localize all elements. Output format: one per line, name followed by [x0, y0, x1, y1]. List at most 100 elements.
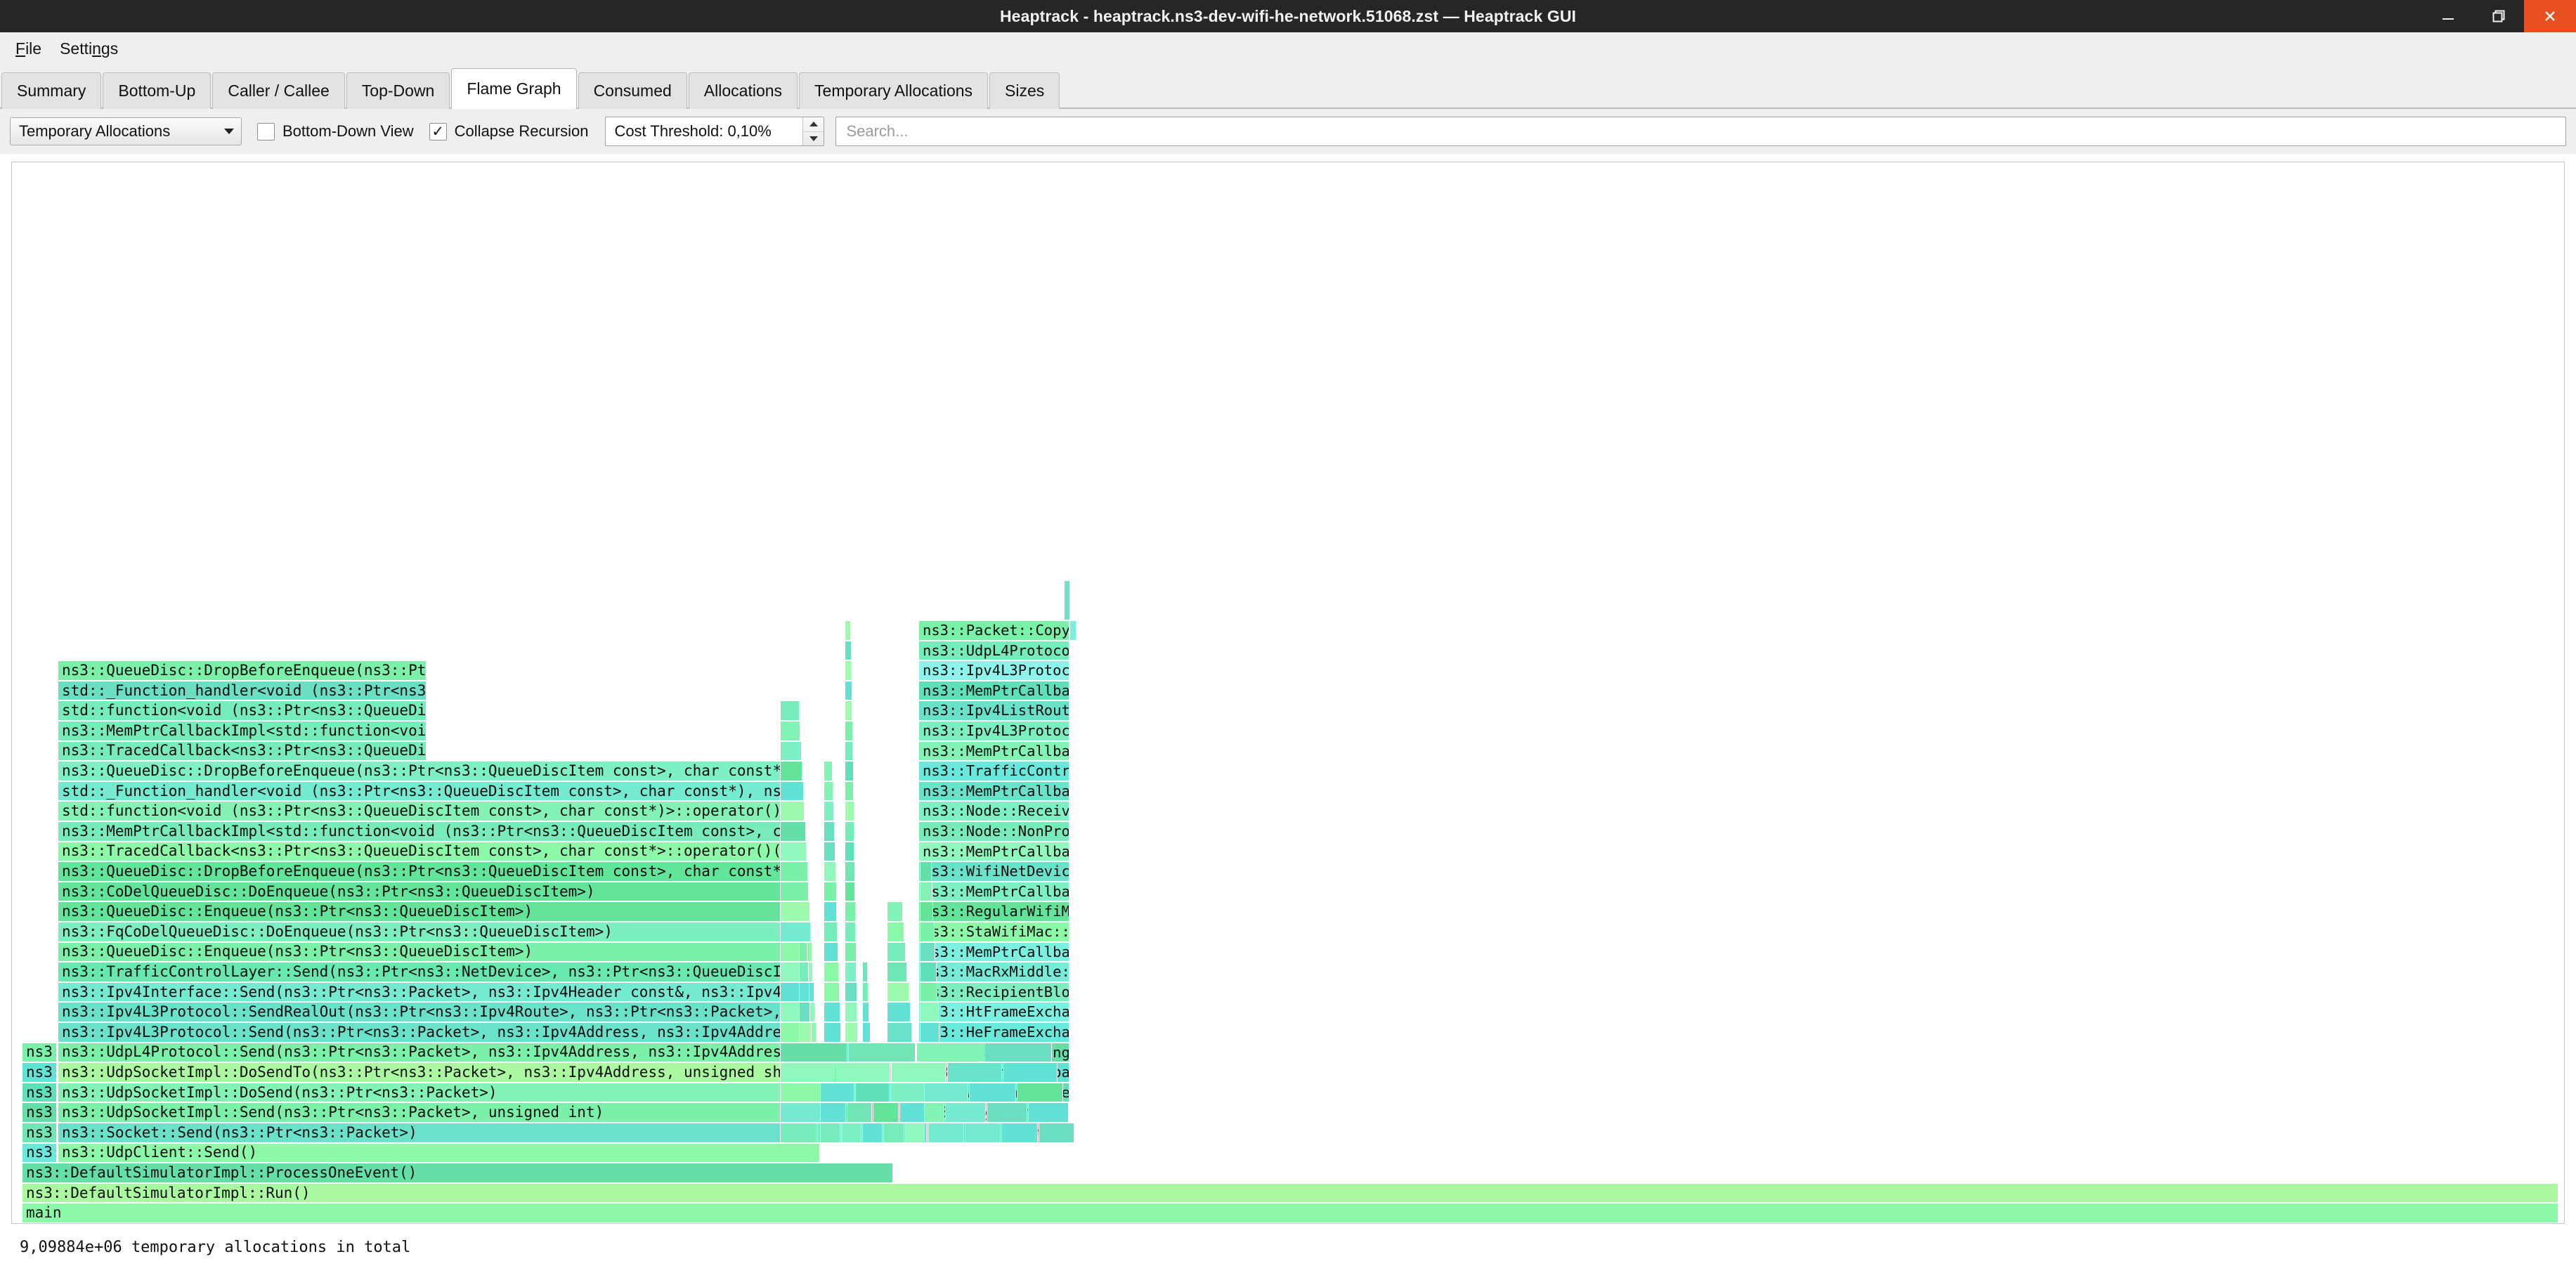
- flame-frame-right-10[interactable]: ns3::Node::NonPromiscReceive: [918, 821, 1069, 842]
- flame-frame-main-4[interactable]: ns3::TracedCallback<ns3::Ptr<ns3::QueueD…: [58, 741, 427, 762]
- menu-item-settings[interactable]: Settings: [51, 37, 128, 61]
- flame-frame-right-11[interactable]: ns3::MemPtrCallbackImpl<ns3:: [918, 842, 1069, 862]
- flame-frame-main-24[interactable]: ns3::UdpClient::Send(): [58, 1143, 820, 1163]
- menu-item-file[interactable]: File: [7, 37, 51, 61]
- flame-frame-right-17[interactable]: ns3::MacRxMiddle::Receive(ns: [918, 962, 1069, 982]
- flame-frame-cluster[interactable]: [920, 1022, 939, 1043]
- flame-frame-main-18[interactable]: ns3::Ipv4L3Protocol::Send(ns3::Ptr<ns3::…: [58, 1022, 809, 1043]
- flame-frame-band[interactable]: [1001, 1123, 1038, 1143]
- flame-frame-cluster[interactable]: [824, 1022, 841, 1043]
- flame-frame-cluster[interactable]: [920, 962, 937, 982]
- flame-frame-cluster[interactable]: [799, 942, 807, 962]
- flame-frame-cluster[interactable]: [862, 982, 869, 1003]
- flame-frame-cluster[interactable]: [824, 761, 833, 781]
- flame-frame-main-10[interactable]: ns3::QueueDisc::DropBeforeEnqueue(ns3::P…: [58, 861, 799, 882]
- flame-frame-main-12[interactable]: ns3::QueueDisc::Enqueue(ns3::Ptr<ns3::Qu…: [58, 901, 795, 922]
- flame-frame-main-27[interactable]: main: [22, 1203, 2558, 1223]
- flame-frame-band[interactable]: [890, 1083, 925, 1103]
- flame-frame-band[interactable]: [1017, 1083, 1063, 1103]
- flame-frame-cluster[interactable]: [845, 1002, 857, 1022]
- bottom-down-view-checkbox[interactable]: Bottom-Down View: [257, 122, 414, 141]
- flame-frame-right-8[interactable]: ns3::MemPtrCallbackImpl<ns3:: [918, 781, 1069, 802]
- flame-frame-left-stub-3[interactable]: ns3::…: [22, 1102, 57, 1123]
- flame-frame-main-6[interactable]: std::_Function_handler<void (ns3::Ptr<ns…: [58, 781, 799, 802]
- flame-frame-main-15[interactable]: ns3::TrafficControlLayer::Send(ns3::Ptr<…: [58, 962, 795, 982]
- flame-frame-cluster[interactable]: [845, 901, 856, 922]
- flame-frame-band[interactable]: [820, 1123, 840, 1143]
- flame-frame-band[interactable]: [899, 1102, 925, 1123]
- flame-frame-right-4[interactable]: ns3::Ipv4ListRouting::RouteI: [918, 700, 1069, 721]
- flame-frame-band[interactable]: [928, 1123, 964, 1143]
- tab-top-down[interactable]: Top-Down: [346, 72, 450, 109]
- flame-frame-main-11[interactable]: ns3::CoDelQueueDisc::DoEnqueue(ns3::Ptr<…: [58, 882, 795, 902]
- spinbox-down-button[interactable]: [803, 132, 824, 146]
- flame-frame-main-17[interactable]: ns3::Ipv4L3Protocol::SendRealOut(ns3::Pt…: [58, 1002, 802, 1022]
- restore-button[interactable]: [2473, 0, 2524, 32]
- flame-frame-right-0[interactable]: ns3::Packet::Copy() const: [918, 620, 1069, 641]
- flame-frame-band[interactable]: [780, 1043, 847, 1063]
- flame-frame-band[interactable]: [780, 1102, 821, 1123]
- flame-frame-band[interactable]: [947, 1062, 1002, 1083]
- flame-frame-cluster[interactable]: [824, 861, 836, 882]
- tab-flame-graph[interactable]: Flame Graph: [451, 68, 576, 109]
- tab-summary[interactable]: Summary: [1, 72, 101, 109]
- spinbox-arrows[interactable]: [802, 117, 824, 145]
- flame-frame-band[interactable]: [904, 1123, 925, 1143]
- flame-frame-right-16[interactable]: ns3::MemPtrCallbackImpl<ns3:: [918, 942, 1069, 962]
- flame-frame-cluster[interactable]: [824, 982, 840, 1003]
- flame-frame-main-21[interactable]: ns3::UdpSocketImpl::DoSend(ns3::Ptr<ns3:…: [58, 1083, 820, 1103]
- flame-frame-main-26[interactable]: ns3::DefaultSimulatorImpl::Run(): [22, 1183, 2558, 1203]
- flame-frame-main-22[interactable]: ns3::UdpSocketImpl::Send(ns3::Ptr<ns3::P…: [58, 1102, 820, 1123]
- flame-frame-right-15[interactable]: ns3::StaWifiMac::Receive(ns3: [918, 922, 1069, 942]
- flame-frame-cluster[interactable]: [780, 781, 804, 802]
- flame-frame-cluster[interactable]: [780, 801, 805, 821]
- flame-frame-left-stub-5[interactable]: ns3::A.: [22, 1143, 57, 1163]
- flame-frame-cluster[interactable]: [780, 821, 806, 842]
- cost-metric-combobox[interactable]: Temporary Allocations: [10, 117, 242, 145]
- flame-frame-cluster[interactable]: [845, 962, 857, 982]
- flame-frame-cluster[interactable]: [824, 942, 838, 962]
- flame-frame-cluster[interactable]: [887, 942, 906, 962]
- flame-frame-main-7[interactable]: std::function<void (ns3::Ptr<ns3::QueueD…: [58, 801, 799, 821]
- flame-frame-cluster[interactable]: [780, 922, 811, 942]
- flame-frame-cluster[interactable]: [780, 861, 808, 882]
- flame-frame-band[interactable]: [848, 1043, 916, 1063]
- tab-bottom-up[interactable]: Bottom-Up: [103, 72, 211, 109]
- flame-frame-band[interactable]: [969, 1083, 1015, 1103]
- collapse-recursion-checkbox[interactable]: ✓ Collapse Recursion: [429, 122, 589, 141]
- flame-frame-right-19[interactable]: ns3::HtFrameExchangeManager:: [918, 1002, 1069, 1022]
- flame-frame-cluster[interactable]: [799, 962, 809, 982]
- flame-frame-band[interactable]: [891, 1062, 946, 1083]
- minimize-button[interactable]: [2423, 0, 2473, 32]
- flame-frame-cluster[interactable]: [780, 761, 802, 781]
- flame-frame-cluster[interactable]: [862, 962, 868, 982]
- flame-frame-band[interactable]: [780, 1123, 817, 1143]
- tab-caller-callee[interactable]: Caller / Callee: [212, 72, 344, 109]
- flame-frame-cluster[interactable]: [845, 681, 852, 701]
- flame-frame-cluster[interactable]: [920, 982, 937, 1003]
- flame-frame-main-23[interactable]: ns3::Socket::Send(ns3::Ptr<ns3::Packet>): [58, 1123, 820, 1143]
- flame-frame-main-8[interactable]: ns3::MemPtrCallbackImpl<std::function<vo…: [58, 821, 799, 842]
- flame-frame-right-14[interactable]: ns3::RegularWifiMac::Forward: [918, 901, 1069, 922]
- flame-frame-cluster[interactable]: [862, 1022, 871, 1043]
- flame-frame-band[interactable]: [883, 1123, 904, 1143]
- flame-frame-main-13[interactable]: ns3::FqCoDelQueueDisc::DoEnqueue(ns3::Pt…: [58, 922, 795, 942]
- flame-frame-cluster[interactable]: [824, 842, 835, 862]
- flame-frame-band[interactable]: [841, 1123, 861, 1143]
- flame-frame-main-14[interactable]: ns3::QueueDisc::Enqueue(ns3::Ptr<ns3::Qu…: [58, 942, 795, 962]
- flame-frame-band[interactable]: [1003, 1062, 1058, 1083]
- flame-frame-cluster[interactable]: [845, 721, 853, 741]
- flame-frame-left-stub-0[interactable]: ns3::I: [22, 1043, 57, 1063]
- flame-frame-band[interactable]: [835, 1062, 890, 1083]
- flame-frame-cluster[interactable]: [845, 641, 852, 661]
- flame-graph-canvas[interactable]: ns3::QueueDisc::DropBeforeEnqueue(ns3::P…: [11, 162, 2565, 1224]
- flame-frame-cluster[interactable]: [824, 1002, 840, 1022]
- flame-frame-band[interactable]: [1028, 1102, 1069, 1123]
- flame-frame-band[interactable]: [847, 1102, 873, 1123]
- flame-frame-band[interactable]: [945, 1102, 986, 1123]
- flame-frame-cluster[interactable]: [824, 962, 839, 982]
- flame-frame-main-20[interactable]: ns3::UdpSocketImpl::DoSendTo(ns3::Ptr<ns…: [58, 1062, 820, 1083]
- flame-frame-cluster[interactable]: [845, 620, 851, 641]
- flame-frame-right-12[interactable]: ns3::WifiNetDevice::ForwardU: [918, 861, 1069, 882]
- search-input[interactable]: Search...: [835, 117, 2566, 146]
